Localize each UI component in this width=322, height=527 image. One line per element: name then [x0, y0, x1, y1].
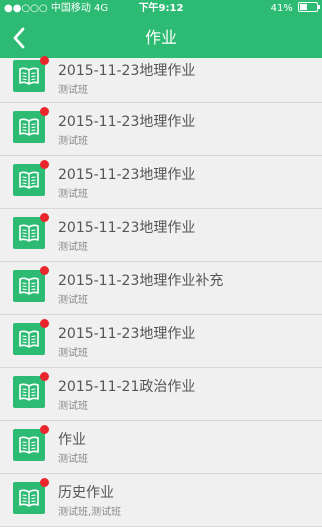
item-class: 测试班 [58, 189, 88, 200]
book-icon [13, 266, 49, 302]
item-title: 作业 [58, 432, 86, 448]
list-item[interactable]: 作业 测试班 [0, 421, 322, 474]
unread-dot [40, 266, 49, 275]
item-class: 测试班 [58, 348, 88, 359]
header: ●●○○○ 中国移动 4G 下午9:12 41% 作业 [0, 0, 322, 58]
item-class: 测试班 [58, 136, 88, 147]
status-right: 41% [270, 0, 320, 18]
list-item[interactable]: 2015-11-23地理作业 测试班 [0, 56, 322, 103]
item-title: 2015-11-23地理作业 [58, 220, 196, 236]
battery-percent: 41% [270, 3, 293, 14]
unread-dot [40, 425, 49, 434]
item-title: 历史作业 [58, 485, 114, 501]
item-class: 测试班,测试班 [58, 507, 122, 518]
book-icon [13, 372, 49, 408]
navbar: 作业 [0, 18, 322, 58]
item-class: 测试班 [58, 242, 88, 253]
open-book-glyph [19, 171, 39, 189]
open-book-glyph [19, 224, 39, 242]
list-item[interactable]: 2015-11-23地理作业补充 测试班 [0, 262, 322, 315]
item-class: 测试班 [58, 295, 88, 306]
list-item[interactable]: 2015-11-23地理作业 测试班 [0, 209, 322, 262]
homework-list: 2015-11-23地理作业 测试班 2015-11-23地理作业 测试班 20… [0, 56, 322, 527]
open-book-glyph [19, 383, 39, 401]
book-icon [13, 56, 49, 92]
list-item[interactable]: 2015-11-23地理作业 测试班 [0, 103, 322, 156]
item-title: 2015-11-23地理作业 [58, 63, 196, 79]
book-icon [13, 160, 49, 196]
unread-dot [40, 56, 49, 65]
open-book-glyph [19, 330, 39, 348]
unread-dot [40, 319, 49, 328]
unread-dot [40, 160, 49, 169]
book-icon [13, 107, 49, 143]
status-bar: ●●○○○ 中国移动 4G 下午9:12 41% [0, 0, 322, 18]
page-title: 作业 [144, 28, 177, 47]
book-icon [13, 319, 49, 355]
item-title: 2015-11-23地理作业 [58, 114, 196, 130]
book-icon [13, 425, 49, 461]
unread-dot [40, 107, 49, 116]
open-book-glyph [19, 277, 39, 295]
list-item[interactable]: 2015-11-23地理作业 测试班 [0, 315, 322, 368]
open-book-glyph [19, 118, 39, 136]
item-class: 测试班 [58, 454, 88, 465]
open-book-glyph [19, 436, 39, 454]
item-title: 2015-11-23地理作业 [58, 326, 196, 342]
list-item[interactable]: 2015-11-23地理作业 测试班 [0, 156, 322, 209]
item-title: 2015-11-23地理作业补充 [58, 273, 224, 289]
battery-icon [298, 2, 320, 12]
unread-dot [40, 372, 49, 381]
unread-dot [40, 213, 49, 222]
list-item[interactable]: 2015-11-21政治作业 测试班 [0, 368, 322, 421]
open-book-glyph [19, 67, 39, 85]
list-item[interactable]: 历史作业 测试班,测试班 [0, 474, 322, 527]
book-icon [13, 213, 49, 249]
item-title: 2015-11-23地理作业 [58, 167, 196, 183]
unread-dot [40, 478, 49, 487]
open-book-glyph [19, 489, 39, 507]
item-class: 测试班 [58, 85, 88, 96]
book-icon [13, 478, 49, 514]
item-title: 2015-11-21政治作业 [58, 379, 196, 395]
item-class: 测试班 [58, 401, 88, 412]
